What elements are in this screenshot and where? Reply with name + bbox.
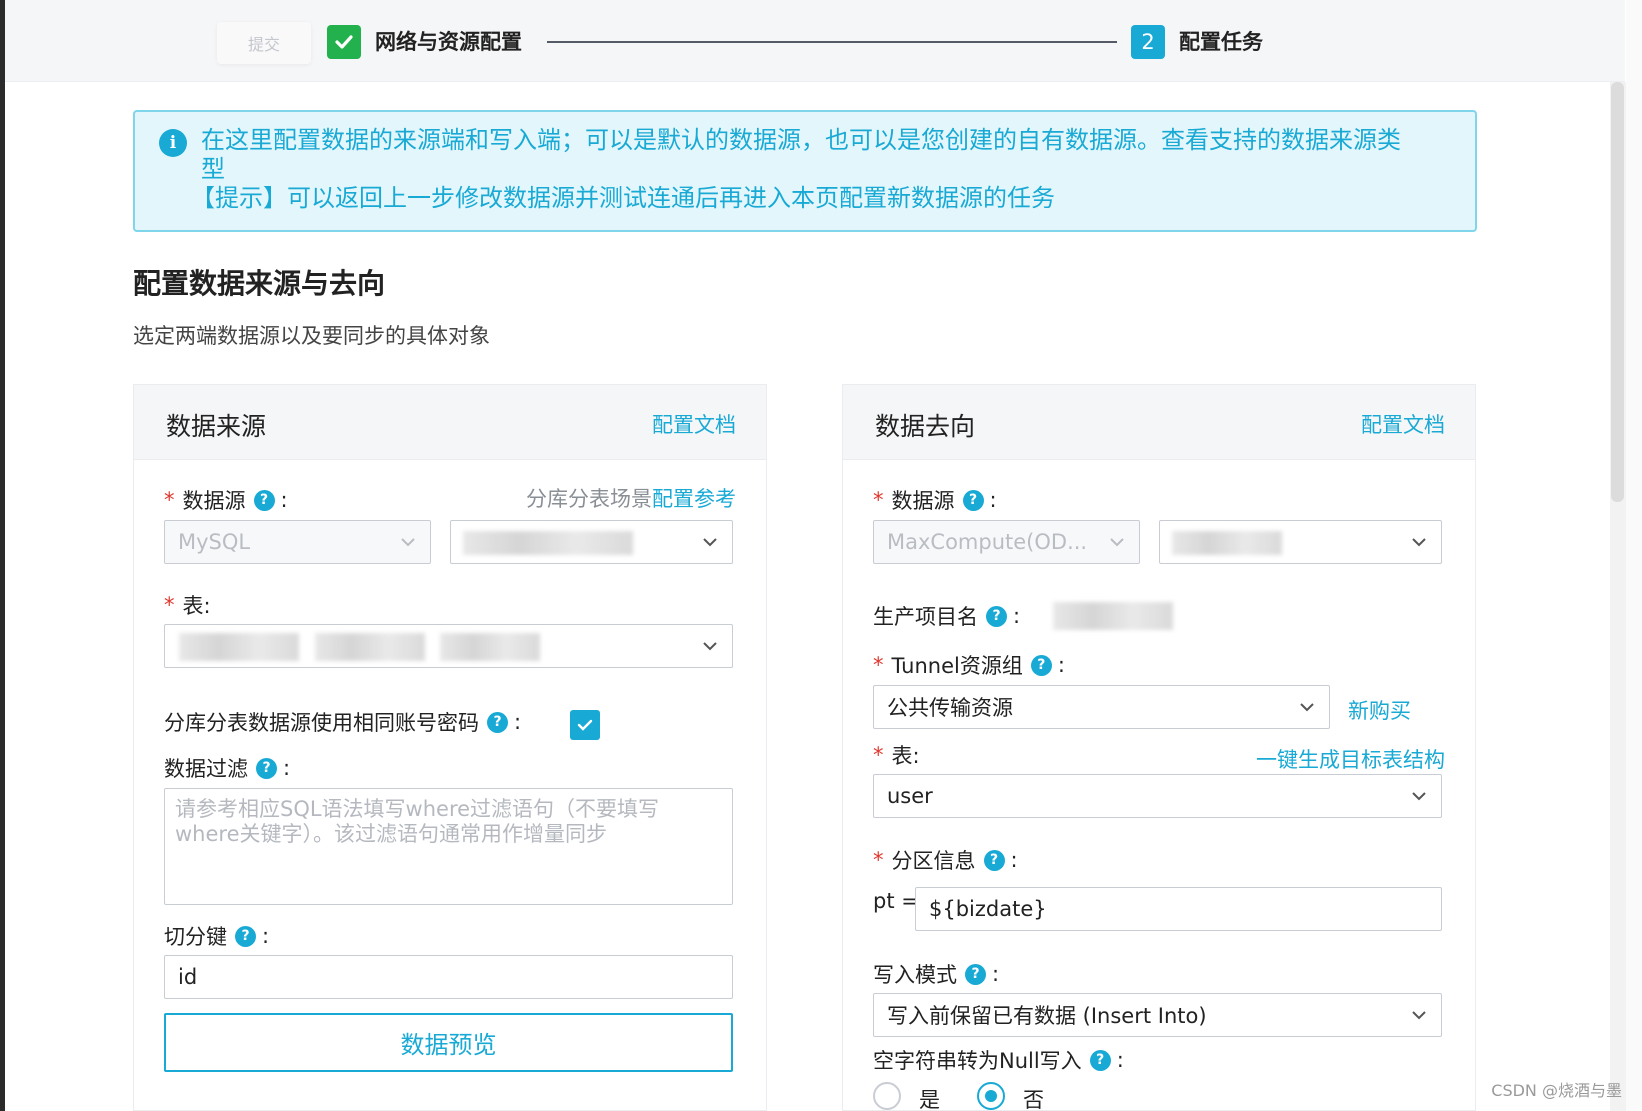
question-icon[interactable]: ? xyxy=(986,605,1007,627)
tunnel-label: * Tunnel资源组?: xyxy=(873,653,1065,678)
check-icon xyxy=(327,25,361,59)
step-number-badge: 2 xyxy=(1131,25,1165,59)
step-network-resource: 网络与资源配置 xyxy=(375,30,522,54)
scrollbar-thumb[interactable] xyxy=(1611,82,1624,502)
project-name-label: 生产项目名?: xyxy=(873,604,1021,629)
question-icon[interactable]: ? xyxy=(965,963,986,985)
null-no-radio[interactable] xyxy=(977,1082,1005,1110)
stepper-bar: 提交 网络与资源配置 2 配置任务 xyxy=(5,0,1625,82)
same-account-checkbox[interactable] xyxy=(570,710,600,740)
write-mode-select[interactable]: 写入前保留已有数据 (Insert Into) xyxy=(873,993,1442,1037)
sharding-reference-link[interactable]: 配置参考 xyxy=(652,487,736,511)
partition-input[interactable]: ${bizdate} xyxy=(915,887,1442,931)
chevron-down-icon xyxy=(1110,538,1124,547)
buy-resource-link[interactable]: 新购买 xyxy=(1348,695,1411,725)
section-title: 配置数据来源与去向 xyxy=(133,267,386,300)
chevron-down-icon xyxy=(1300,703,1314,712)
source-panel: 数据来源 配置文档 * 数据源?: 分库分表场景配置参考 MySQL * 表: 分库… xyxy=(133,384,767,1111)
source-table-select[interactable] xyxy=(164,624,733,668)
chevron-down-icon xyxy=(703,642,717,651)
redacted-value xyxy=(440,633,540,661)
question-icon[interactable]: ? xyxy=(983,849,1005,871)
watermark: CSDN @烧酒与墨 xyxy=(1491,1081,1622,1100)
question-icon[interactable]: ? xyxy=(1089,1049,1111,1071)
sharding-hint: 分库分表场景配置参考 xyxy=(526,487,736,511)
chevron-down-icon xyxy=(401,538,415,547)
check-icon xyxy=(577,719,593,731)
split-key-input[interactable]: id xyxy=(164,955,733,999)
target-type-select[interactable]: MaxCompute(OD... xyxy=(873,520,1140,564)
project-name-value xyxy=(1053,602,1173,630)
split-key-label: 切分键?: xyxy=(164,924,270,949)
info-icon: i xyxy=(159,129,187,157)
target-doc-link[interactable]: 配置文档 xyxy=(1361,409,1445,439)
source-datasource-label: * 数据源?: xyxy=(164,488,288,513)
step-connector xyxy=(547,41,1117,43)
write-mode-label: 写入模式?: xyxy=(873,962,1000,987)
info-tip: 【提示】可以返回上一步修改数据源并测试连通后再进入本页配置新数据源的任务 xyxy=(191,184,1055,212)
source-panel-header: 数据来源 配置文档 xyxy=(134,385,766,460)
question-icon[interactable]: ? xyxy=(256,757,277,779)
source-type-select[interactable]: MySQL xyxy=(164,520,431,564)
null-no-label: 否 xyxy=(1023,1088,1044,1111)
redacted-value xyxy=(179,633,299,661)
question-icon[interactable]: ? xyxy=(487,711,508,733)
question-icon[interactable]: ? xyxy=(1030,654,1052,676)
data-preview-button[interactable]: 数据预览 xyxy=(164,1013,733,1072)
redacted-value xyxy=(315,633,425,661)
null-yes-radio[interactable] xyxy=(873,1082,901,1110)
info-banner: i 在这里配置数据的来源端和写入端；可以是默认的数据源，也可以是您创建的自有数据… xyxy=(133,110,1477,232)
target-panel-title: 数据去向 xyxy=(875,412,976,441)
chevron-down-icon xyxy=(1412,792,1426,801)
redacted-value xyxy=(1172,531,1282,555)
same-account-label: 分库分表数据源使用相同账号密码?: xyxy=(164,710,522,735)
question-icon[interactable]: ? xyxy=(253,489,275,511)
source-instance-select[interactable] xyxy=(450,520,733,564)
filter-textarea[interactable]: 请参考相应SQL语法填写where过滤语句（不要填写where关键字）。该过滤语… xyxy=(164,788,733,905)
tunnel-select[interactable]: 公共传输资源 xyxy=(873,685,1330,729)
question-icon[interactable]: ? xyxy=(962,489,984,511)
chevron-down-icon xyxy=(1412,1011,1426,1020)
redacted-value xyxy=(463,531,633,555)
source-doc-link[interactable]: 配置文档 xyxy=(652,409,736,439)
submit-button[interactable]: 提交 xyxy=(217,22,311,64)
source-table-label: * 表: xyxy=(164,593,211,618)
chevron-down-icon xyxy=(1412,538,1426,547)
section-subtitle: 选定两端数据源以及要同步的具体对象 xyxy=(133,324,490,348)
generate-table-link[interactable]: 一键生成目标表结构 xyxy=(1256,744,1445,774)
target-table-label: * 表: xyxy=(873,743,920,768)
window-right-gutter xyxy=(1626,0,1642,1111)
step-configure-task: 配置任务 xyxy=(1179,30,1263,54)
filter-label: 数据过滤?: xyxy=(164,756,291,781)
null-write-label: 空字符串转为Null写入?: xyxy=(873,1048,1124,1073)
target-panel: 数据去向 配置文档 * 数据源?: MaxCompute(OD... 生产项目名?… xyxy=(842,384,1476,1111)
chevron-down-icon xyxy=(703,538,717,547)
target-datasource-label: * 数据源?: xyxy=(873,488,997,513)
target-table-select[interactable]: user xyxy=(873,774,1442,818)
source-panel-title: 数据来源 xyxy=(166,412,267,441)
partition-prefix: pt = xyxy=(873,889,919,913)
question-icon[interactable]: ? xyxy=(235,925,256,947)
partition-label: * 分区信息?: xyxy=(873,848,1018,873)
target-instance-select[interactable] xyxy=(1159,520,1442,564)
info-text: 在这里配置数据的来源端和写入端；可以是默认的数据源，也可以是您创建的自有数据源。… xyxy=(201,126,1401,183)
null-yes-label: 是 xyxy=(919,1088,940,1111)
target-panel-header: 数据去向 配置文档 xyxy=(843,385,1475,460)
window-left-edge xyxy=(0,0,5,1111)
